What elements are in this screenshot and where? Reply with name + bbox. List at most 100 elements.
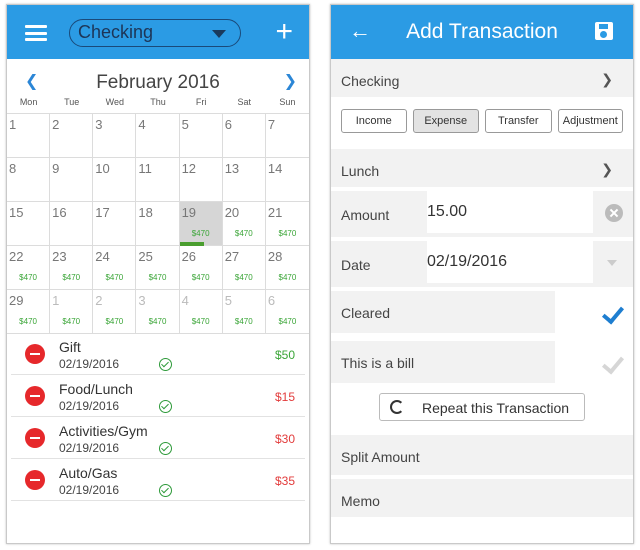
- split-amount-label: Split Amount: [341, 449, 420, 465]
- transaction-name: Auto/Gas: [59, 465, 118, 481]
- plus-icon[interactable]: +: [275, 17, 293, 47]
- transaction-name: Gift: [59, 339, 81, 355]
- calendar-day[interactable]: 22 $470: [7, 246, 51, 290]
- bill-row: This is a bill: [331, 341, 633, 387]
- chevron-right-icon: ❯: [601, 161, 613, 177]
- calendar-day[interactable]: 28 $470: [265, 246, 309, 290]
- calendar-day[interactable]: 3: [93, 114, 137, 158]
- day-balance: $470: [278, 229, 297, 238]
- calendar-day[interactable]: 2: [50, 114, 94, 158]
- calendar-day[interactable]: 13: [222, 158, 266, 202]
- calendar-day[interactable]: 4 $470: [179, 290, 223, 334]
- calendar-day[interactable]: 4: [136, 114, 180, 158]
- calendar-day[interactable]: 9: [50, 158, 94, 202]
- calendar-day[interactable]: 19 $470: [179, 202, 223, 246]
- amount-input[interactable]: 15.00: [427, 191, 593, 233]
- transaction-row[interactable]: Gift 02/19/2016 $50: [11, 333, 305, 375]
- calendar-day[interactable]: 7: [265, 114, 309, 158]
- calendar-day[interactable]: 5 $470: [222, 290, 266, 334]
- calendar-day[interactable]: 1 $470: [50, 290, 94, 334]
- calendar-day[interactable]: 20 $470: [222, 202, 266, 246]
- calendar-day[interactable]: 17: [93, 202, 137, 246]
- day-number: 12: [181, 161, 197, 176]
- type-transfer-button[interactable]: Transfer: [485, 109, 552, 133]
- type-income-button[interactable]: Income: [341, 109, 407, 133]
- calendar-day[interactable]: 25 $470: [136, 246, 180, 290]
- dropdown-arrow-icon[interactable]: [607, 260, 617, 266]
- day-balance: $470: [278, 273, 297, 282]
- day-balance: $470: [19, 273, 37, 282]
- memo-row[interactable]: Memo: [331, 479, 633, 521]
- day-balance: $470: [105, 273, 124, 282]
- minus-circle-icon[interactable]: [25, 344, 45, 364]
- bill-label-box: This is a bill: [331, 341, 555, 383]
- calendar-day[interactable]: 16: [50, 202, 94, 246]
- calendar-day[interactable]: 10: [93, 158, 137, 202]
- day-number: 3: [138, 293, 146, 308]
- type-expense-button[interactable]: Expense: [412, 109, 479, 133]
- calendar-day[interactable]: 24 $470: [93, 246, 137, 290]
- split-amount-row[interactable]: Split Amount: [331, 435, 633, 479]
- transaction-name: Food/Lunch: [59, 381, 133, 397]
- weekday-label: Tue: [64, 97, 80, 107]
- day-number: 26: [181, 249, 197, 264]
- transaction-date: 02/19/2016: [59, 483, 120, 497]
- day-number: 11: [138, 161, 152, 176]
- day-number: 19: [181, 205, 197, 220]
- transaction-row[interactable]: Auto/Gas 02/19/2016 $35: [11, 459, 305, 501]
- account-dropdown-label: Checking: [78, 22, 154, 42]
- calendar-day[interactable]: 15: [7, 202, 51, 246]
- type-adjustment-button[interactable]: Adjustment: [557, 109, 623, 133]
- day-balance: $470: [148, 317, 167, 326]
- calendar-day[interactable]: 6: [222, 114, 266, 158]
- bill-check-icon[interactable]: [601, 351, 625, 375]
- day-number: 16: [52, 205, 67, 220]
- transaction-name: Activities/Gym: [59, 423, 148, 439]
- date-input[interactable]: 02/19/2016: [427, 241, 593, 283]
- transaction-date: 02/19/2016: [59, 357, 120, 371]
- calendar-day[interactable]: 8: [7, 158, 51, 202]
- calendar-day[interactable]: 18: [136, 202, 180, 246]
- clear-icon[interactable]: [605, 204, 623, 222]
- calendar-day[interactable]: 2 $470: [93, 290, 137, 334]
- day-number: 24: [95, 249, 110, 264]
- minus-circle-icon[interactable]: [25, 470, 45, 490]
- calendar-day[interactable]: 1: [7, 114, 51, 158]
- account-dropdown[interactable]: Checking: [69, 19, 241, 47]
- save-icon[interactable]: [595, 22, 613, 40]
- day-number: 13: [224, 161, 240, 176]
- calendar-day[interactable]: 23 $470: [50, 246, 94, 290]
- calendar-day[interactable]: 29 $470: [7, 290, 51, 334]
- weekday-label: Sun: [279, 97, 296, 107]
- calendar-day[interactable]: 12: [179, 158, 223, 202]
- transaction-row[interactable]: Food/Lunch 02/19/2016 $15: [11, 375, 305, 417]
- day-balance: $470: [62, 273, 81, 282]
- calendar-day[interactable]: 11: [136, 158, 180, 202]
- day-number: 18: [138, 205, 153, 220]
- minus-circle-icon[interactable]: [25, 386, 45, 406]
- day-balance: $470: [191, 273, 210, 282]
- category-row[interactable]: Lunch ❯: [331, 149, 633, 191]
- transaction-row[interactable]: Activities/Gym 02/19/2016 $30: [11, 417, 305, 459]
- cleared-check-icon[interactable]: [601, 301, 625, 325]
- hamburger-icon[interactable]: [25, 25, 47, 41]
- chevron-right-icon[interactable]: ❯: [284, 71, 297, 91]
- calendar-day[interactable]: 26 $470: [179, 246, 223, 290]
- account-row[interactable]: Checking ❯: [331, 59, 633, 101]
- calendar-header: ❮ February 2016 ❯: [7, 59, 309, 97]
- day-number: 23: [52, 249, 67, 264]
- day-balance: $470: [278, 317, 297, 326]
- repeat-label: Repeat this Transaction: [422, 400, 570, 416]
- calendar-day[interactable]: 14: [265, 158, 309, 202]
- weekday-label: Thu: [150, 97, 166, 107]
- day-number: 28: [267, 249, 283, 264]
- minus-circle-icon[interactable]: [25, 428, 45, 448]
- day-number: 2: [95, 293, 103, 308]
- screen-title: Add Transaction: [406, 20, 558, 43]
- calendar-day[interactable]: 3 $470: [136, 290, 180, 334]
- calendar-day[interactable]: 21 $470: [265, 202, 309, 246]
- repeat-transaction-button[interactable]: Repeat this Transaction: [379, 393, 585, 421]
- calendar-day[interactable]: 5: [179, 114, 223, 158]
- calendar-day[interactable]: 27 $470: [222, 246, 266, 290]
- calendar-day[interactable]: 6 $470: [265, 290, 309, 334]
